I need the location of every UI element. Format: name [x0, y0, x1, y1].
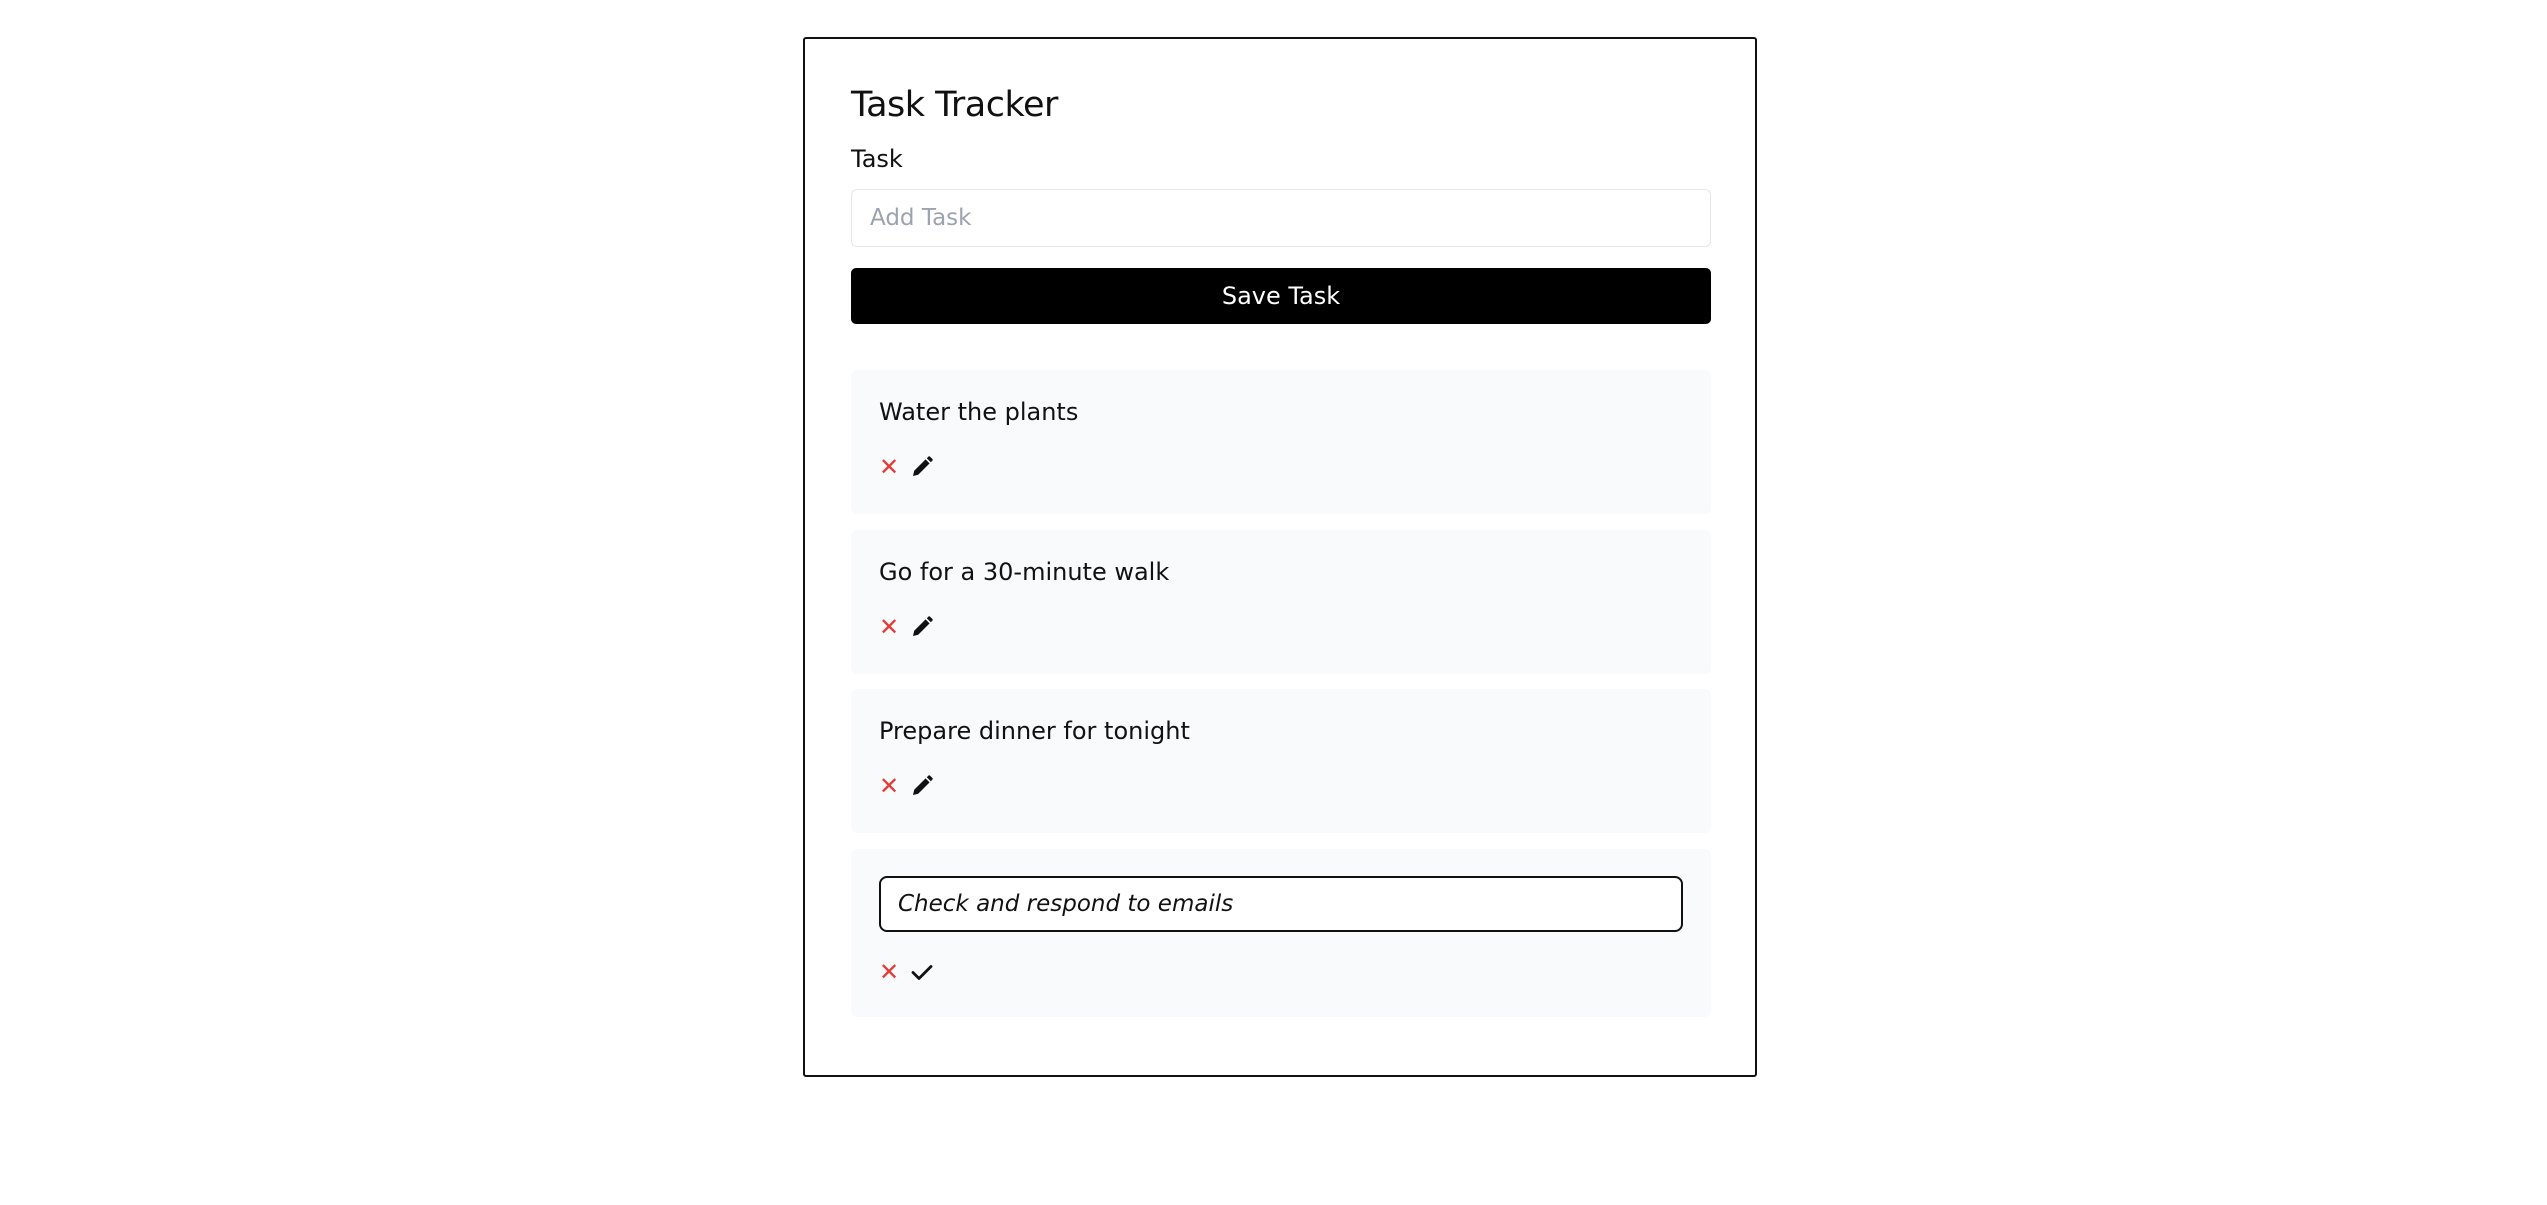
checkmark-icon [911, 965, 933, 980]
task-actions: ✕ [879, 959, 935, 985]
delete-task-button[interactable]: ✕ [879, 615, 899, 639]
pencil-icon [913, 616, 933, 636]
task-tracker-card: Task Tracker Task Save Task Water the pl… [803, 37, 1757, 1077]
task-text: Water the plants [879, 398, 1079, 426]
delete-task-button[interactable]: ✕ [879, 960, 899, 984]
page-title: Task Tracker [851, 85, 1058, 125]
task-actions: ✕ [879, 614, 935, 640]
task-text: Go for a 30-minute walk [879, 558, 1170, 586]
edit-task-button[interactable] [909, 614, 935, 640]
task-item-editing: ✕ [851, 849, 1711, 1017]
task-item: Prepare dinner for tonight ✕ [851, 689, 1711, 833]
task-actions: ✕ [879, 773, 935, 799]
pencil-icon [913, 775, 933, 795]
save-task-button[interactable]: Save Task [851, 268, 1711, 324]
confirm-edit-button[interactable] [909, 959, 935, 985]
edit-task-button[interactable] [909, 454, 935, 480]
delete-task-button[interactable]: ✕ [879, 774, 899, 798]
edit-task-input[interactable] [879, 876, 1683, 932]
pencil-icon [913, 456, 933, 476]
delete-task-button[interactable]: ✕ [879, 455, 899, 479]
task-field-label: Task [851, 145, 903, 173]
task-item: Go for a 30-minute walk ✕ [851, 530, 1711, 674]
add-task-input[interactable] [851, 189, 1711, 247]
task-item: Water the plants ✕ [851, 370, 1711, 514]
edit-task-button[interactable] [909, 773, 935, 799]
task-actions: ✕ [879, 454, 935, 480]
task-text: Prepare dinner for tonight [879, 717, 1190, 745]
